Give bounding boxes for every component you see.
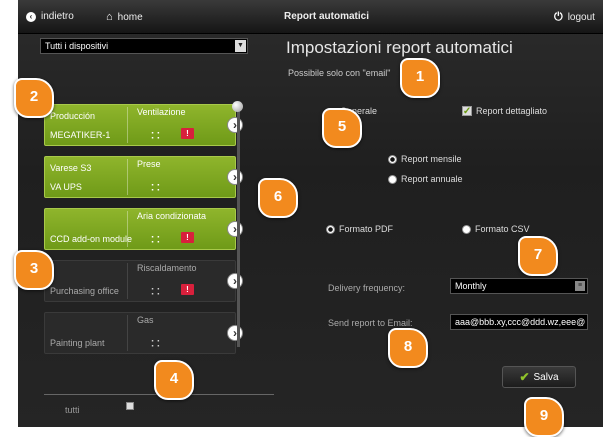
device-function: Ventilazione <box>137 107 186 117</box>
wifi-icon: ∷ <box>151 283 160 299</box>
option-annual-label: Report annuale <box>401 174 463 184</box>
wifi-icon: ∷ <box>151 335 160 351</box>
alert-icon: ! <box>181 284 194 295</box>
pdf-radio[interactable] <box>326 224 335 234</box>
chevron-right-icon[interactable]: › <box>227 117 243 133</box>
check-icon: ✔ <box>519 370 530 384</box>
device-filter-select[interactable]: Tutti i dispositivi ▼ <box>40 38 248 54</box>
option-monthly-label: Report mensile <box>401 154 462 164</box>
alert-icon: ! <box>181 128 194 139</box>
scrollbar-thumb[interactable] <box>232 101 243 112</box>
device-name: VA UPS <box>50 182 82 192</box>
device-filter-value: Tutti i dispositivi <box>45 41 109 51</box>
option-csv[interactable]: Formato CSV <box>462 224 530 234</box>
device-name: CCD add-on module <box>50 234 133 244</box>
option-detailed-report[interactable]: ✓ Report dettagliato <box>462 106 548 117</box>
callout-6: 6 <box>258 178 298 218</box>
device-function: Gas <box>137 315 154 325</box>
device-group-name: Producción <box>50 111 96 121</box>
card-divider <box>127 159 128 195</box>
back-button[interactable]: ‹ indietro <box>26 11 74 22</box>
scrollbar-track[interactable] <box>237 103 240 347</box>
callout-2: 2 <box>14 78 54 118</box>
logout-button[interactable]: ⏻ logout <box>554 11 595 24</box>
callout-4: 4 <box>154 360 194 400</box>
chevron-right-icon[interactable]: › <box>227 169 243 185</box>
callout-9: 9 <box>524 397 564 437</box>
option-annual[interactable]: Report annuale <box>388 174 463 184</box>
device-name: MEGATIKER-1 <box>50 130 111 140</box>
wifi-icon: ∷ <box>151 127 160 143</box>
back-arrow-icon: ‹ <box>26 11 36 22</box>
callout-5: 5 <box>322 108 362 148</box>
chevron-right-icon[interactable]: › <box>227 221 243 237</box>
device-card[interactable]: CCD add-on module Aria condizionata ∷! › <box>44 208 243 250</box>
chevron-right-icon[interactable]: › <box>227 325 243 341</box>
delivery-frequency-label: Delivery frequency: <box>328 283 406 293</box>
monthly-radio[interactable] <box>388 154 397 164</box>
device-name: Painting plant <box>50 338 105 348</box>
top-bar: ‹ indietro ⌂ home Report automatici ⏻ lo… <box>18 0 603 34</box>
email-label: Send report to Email: <box>328 318 413 328</box>
device-function: Prese <box>137 159 161 169</box>
device-function: Riscaldamento <box>137 263 197 273</box>
chevron-right-icon[interactable]: › <box>227 273 243 289</box>
logout-label: logout <box>567 12 595 23</box>
settings-title: Impostazioni report automatici <box>286 38 513 57</box>
save-label: Salva <box>533 371 559 383</box>
device-function: Aria condizionata <box>137 211 207 221</box>
wifi-icon: ∷ <box>151 179 160 195</box>
card-divider <box>127 315 128 351</box>
device-name: Purchasing office <box>50 286 119 296</box>
option-pdf-label: Formato PDF <box>339 224 394 234</box>
page-title-bar: Report automatici <box>284 11 369 22</box>
annual-radio[interactable] <box>388 174 397 184</box>
option-csv-label: Formato CSV <box>475 224 530 234</box>
home-icon: ⌂ <box>106 11 113 23</box>
csv-radio[interactable] <box>462 224 471 234</box>
card-divider <box>127 263 128 299</box>
wifi-icon: ∷ <box>151 231 160 247</box>
card-divider <box>127 107 128 143</box>
save-button[interactable]: ✔ Salva <box>502 366 576 388</box>
device-group-name: Varese S3 <box>50 163 92 173</box>
email-input[interactable]: aaa@bbb.xy,ccc@ddd.wz,eee@ <box>450 314 588 330</box>
all-checkbox[interactable] <box>126 402 134 410</box>
menu-icon: ≡ <box>575 281 585 291</box>
home-button[interactable]: ⌂ home <box>106 11 143 23</box>
option-monthly[interactable]: Report mensile <box>388 154 462 164</box>
app-screen: ‹ indietro ⌂ home Report automatici ⏻ lo… <box>18 0 603 427</box>
alert-icon: ! <box>181 232 194 243</box>
callout-3: 3 <box>14 250 54 290</box>
callout-8: 8 <box>388 328 428 368</box>
back-label: indietro <box>41 11 74 22</box>
delivery-frequency-select[interactable]: Monthly ≡ <box>450 278 588 294</box>
home-label: home <box>117 11 143 23</box>
settings-subtitle: Possibile solo con "email" <box>288 68 391 78</box>
device-card[interactable]: Producción MEGATIKER-1 Ventilazione ∷! › <box>44 104 243 146</box>
detailed-report-checkbox[interactable]: ✓ <box>462 106 472 117</box>
callout-1: 1 <box>400 58 440 98</box>
topbar-title: Report automatici <box>284 11 370 22</box>
callout-7: 7 <box>518 236 558 276</box>
all-label: tutti <box>65 405 80 415</box>
option-detailed-label: Report dettagliato <box>476 106 548 116</box>
power-icon: ⏻ <box>554 11 563 23</box>
device-card[interactable]: Varese S3 VA UPS Prese ∷ › <box>44 156 243 198</box>
chevron-down-icon: ▼ <box>235 40 246 52</box>
device-card[interactable]: Painting plant Gas ∷ › <box>44 312 243 354</box>
option-pdf[interactable]: Formato PDF <box>326 224 393 234</box>
device-card[interactable]: Purchasing office Riscaldamento ∷! › <box>44 260 243 302</box>
delivery-frequency-value: Monthly <box>455 281 487 291</box>
